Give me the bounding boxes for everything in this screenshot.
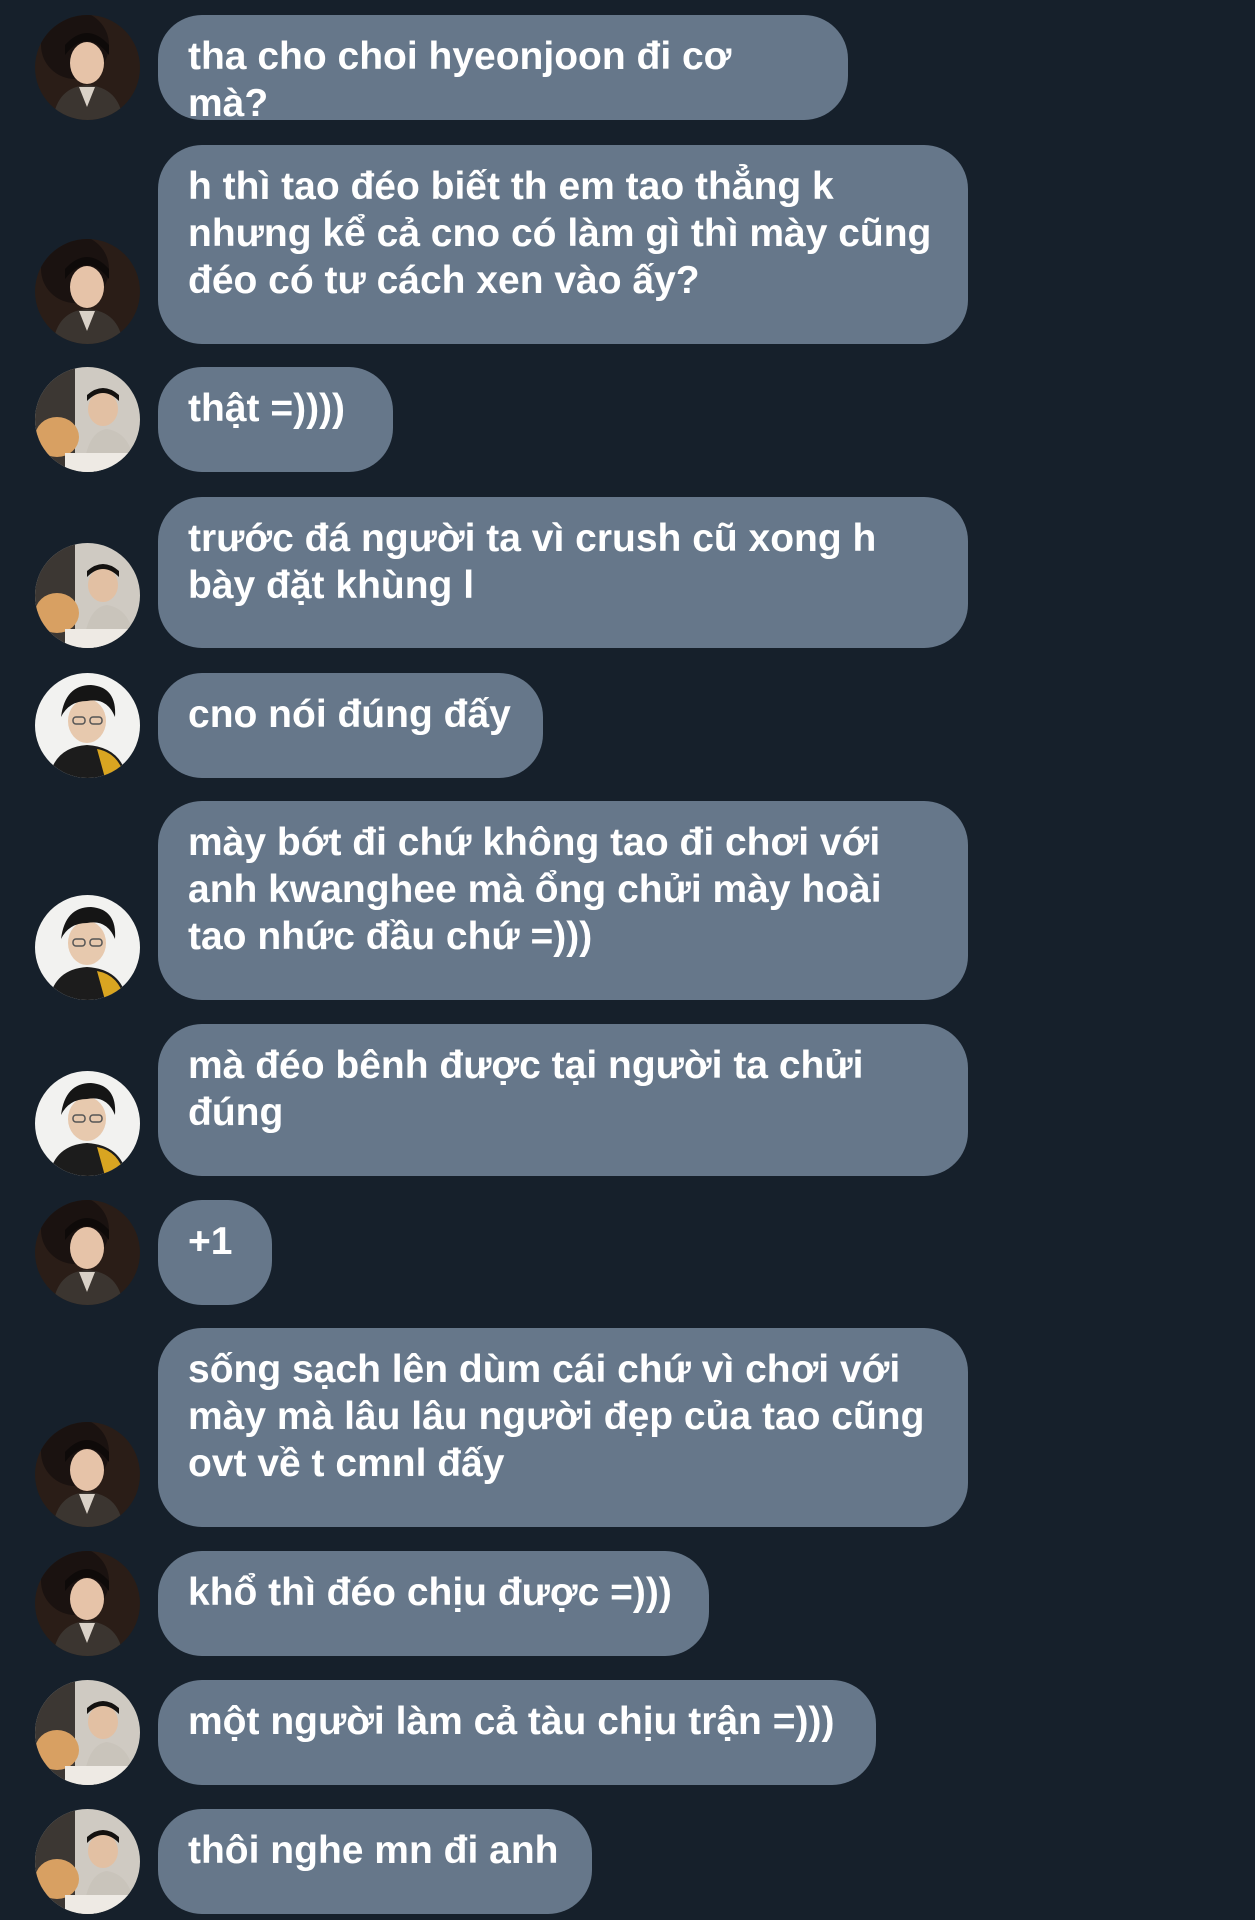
message-row: h thì tao đéo biết th em tao thẳng k như…	[0, 145, 1255, 344]
avatar[interactable]	[35, 15, 140, 120]
message-row: một người làm cả tàu chịu trận =)))	[0, 1680, 1255, 1785]
message-bubble: thôi nghe mn đi anh	[158, 1809, 592, 1914]
message-row: +1	[0, 1200, 1255, 1305]
user-avatar-icon	[35, 1422, 140, 1527]
message-row: mày bớt đi chứ không tao đi chơi với anh…	[0, 801, 1255, 1000]
avatar[interactable]	[35, 1551, 140, 1656]
message-bubble: h thì tao đéo biết th em tao thẳng k như…	[158, 145, 968, 344]
user-avatar-icon	[35, 1071, 140, 1176]
message-row: sống sạch lên dùm cái chứ vì chơi với mà…	[0, 1328, 1255, 1527]
message-bubble: cno nói đúng đấy	[158, 673, 543, 778]
avatar[interactable]	[35, 895, 140, 1000]
message-row: mà đéo bênh được tại người ta chửi đúng	[0, 1024, 1255, 1176]
user-avatar-icon	[35, 1680, 140, 1785]
message-row: trước đá người ta vì crush cũ xong h bày…	[0, 497, 1255, 648]
user-avatar-icon	[35, 1809, 140, 1914]
user-avatar-icon	[35, 895, 140, 1000]
avatar[interactable]	[35, 1422, 140, 1527]
user-avatar-icon	[35, 543, 140, 648]
chat-thread: tha cho choi hyeonjoon đi cơ mà? h thì t…	[0, 0, 1255, 1920]
avatar[interactable]	[35, 543, 140, 648]
message-bubble: mà đéo bênh được tại người ta chửi đúng	[158, 1024, 968, 1176]
message-row: thật =))))	[0, 367, 1255, 472]
user-avatar-icon	[35, 367, 140, 472]
avatar[interactable]	[35, 239, 140, 344]
message-row: tha cho choi hyeonjoon đi cơ mà?	[0, 15, 1255, 125]
user-avatar-icon	[35, 239, 140, 344]
message-bubble: +1	[158, 1200, 272, 1305]
message-bubble: một người làm cả tàu chịu trận =)))	[158, 1680, 876, 1785]
user-avatar-icon	[35, 1200, 140, 1305]
user-avatar-icon	[35, 15, 140, 120]
user-avatar-icon	[35, 673, 140, 778]
user-avatar-icon	[35, 1551, 140, 1656]
message-bubble: sống sạch lên dùm cái chứ vì chơi với mà…	[158, 1328, 968, 1527]
avatar[interactable]	[35, 673, 140, 778]
avatar[interactable]	[35, 367, 140, 472]
message-bubble: thật =))))	[158, 367, 393, 472]
avatar[interactable]	[35, 1809, 140, 1914]
avatar[interactable]	[35, 1071, 140, 1176]
message-bubble: mày bớt đi chứ không tao đi chơi với anh…	[158, 801, 968, 1000]
avatar[interactable]	[35, 1200, 140, 1305]
avatar[interactable]	[35, 1680, 140, 1785]
message-bubble: khổ thì đéo chịu được =)))	[158, 1551, 709, 1656]
message-row: thôi nghe mn đi anh	[0, 1809, 1255, 1914]
message-bubble: tha cho choi hyeonjoon đi cơ mà?	[158, 15, 848, 125]
message-row: cno nói đúng đấy	[0, 673, 1255, 778]
message-row: khổ thì đéo chịu được =)))	[0, 1551, 1255, 1656]
message-bubble: trước đá người ta vì crush cũ xong h bày…	[158, 497, 968, 648]
